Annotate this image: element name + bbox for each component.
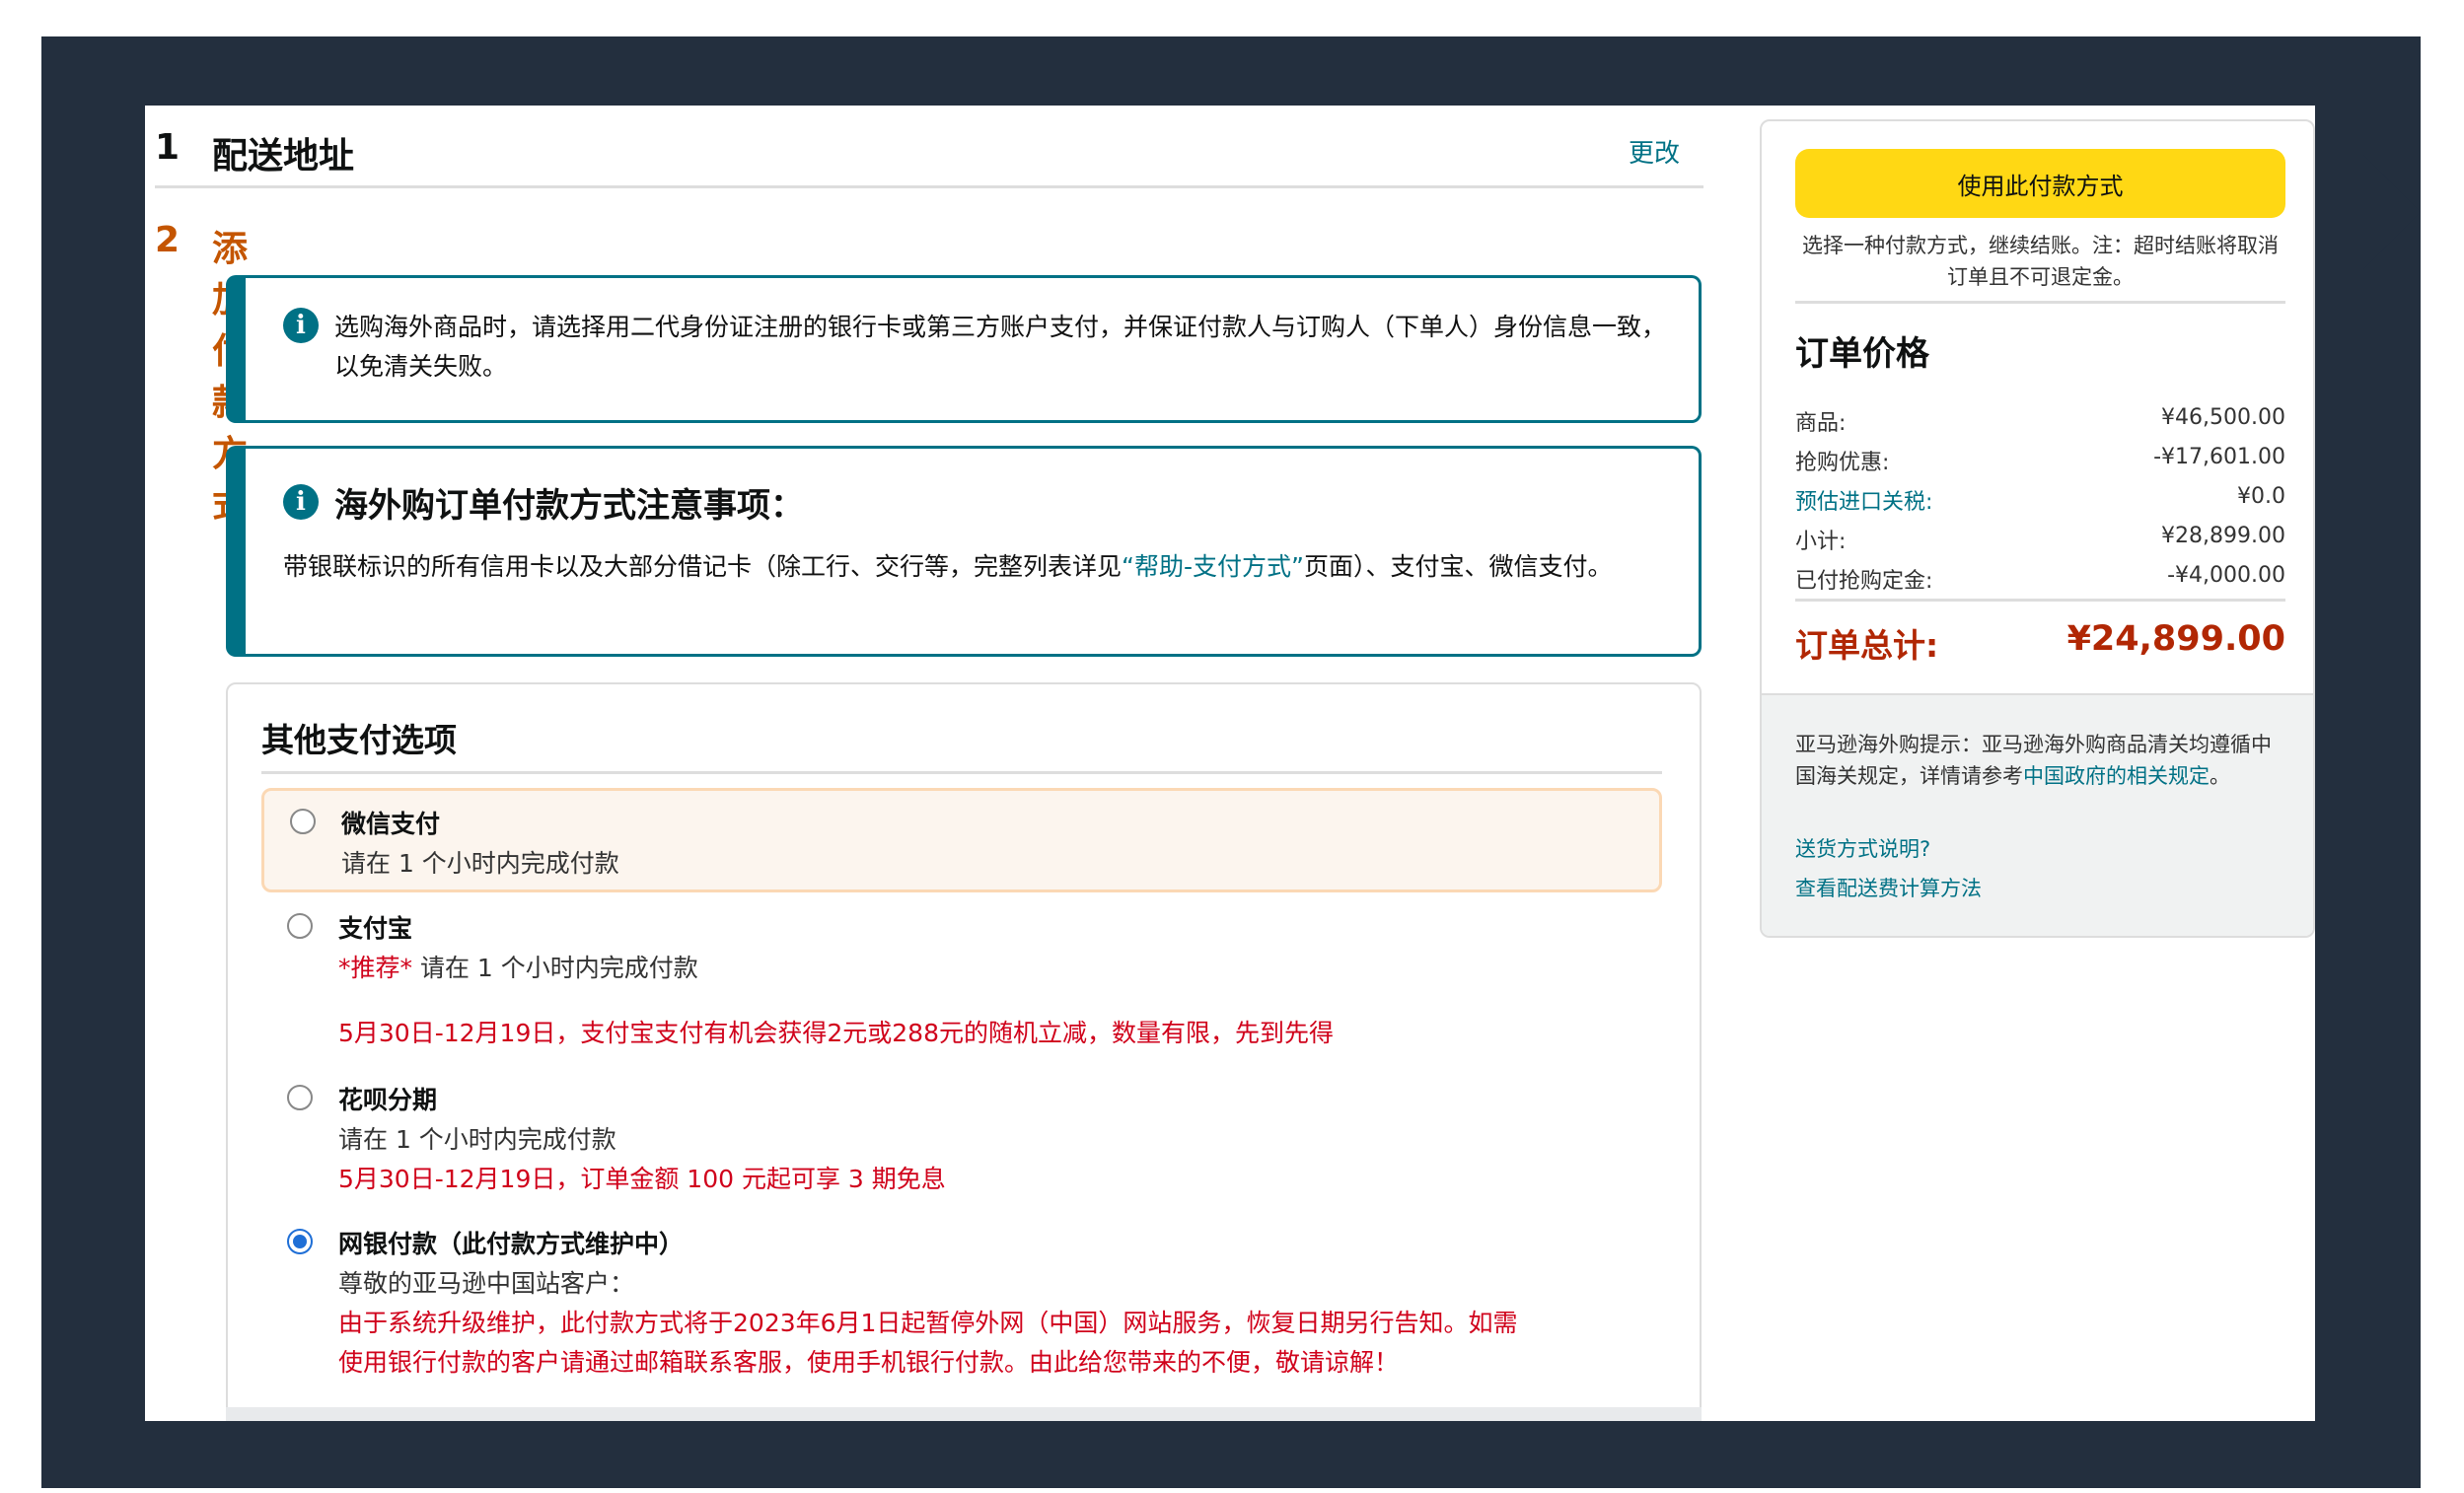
- divider: [1795, 301, 2285, 304]
- section-title: 其他支付选项: [261, 721, 457, 759]
- option-name: 支付宝: [338, 914, 413, 943]
- info-icon: i: [283, 484, 319, 520]
- recommend-badge: *推荐*: [338, 954, 413, 982]
- radio-alipay[interactable]: [287, 913, 313, 939]
- info-alert-payment-notes: i 海外购订单付款方式注意事项： 带银联标识的所有信用卡以及大部分借记卡（除工行…: [226, 446, 1702, 657]
- order-summary-panel: 使用此付款方式 选择一种付款方式，继续结账。注：超时结账将取消订单且不可退定金。…: [1760, 119, 2315, 938]
- option-alipay[interactable]: 支付宝 *推荐* 请在 1 个小时内完成付款 5月30日-12月19日，支付宝支…: [261, 895, 1662, 1047]
- use-payment-method-button[interactable]: 使用此付款方式: [1795, 149, 2285, 218]
- total-value: ¥24,899.00: [2066, 619, 2285, 659]
- option-huabei[interactable]: 花呗分期 请在 1 个小时内完成付款 5月30日-12月19日，订单金额 100…: [261, 1067, 1662, 1193]
- tips-suffix: 。: [2210, 764, 2230, 788]
- option-promo: 5月30日-12月19日，订单金额 100 元起可享 3 期免息: [338, 1165, 946, 1193]
- radio-online-banking[interactable]: [287, 1229, 313, 1254]
- price-value: -¥4,000.00: [2167, 563, 2285, 588]
- change-address-link[interactable]: 更改: [1629, 133, 1680, 170]
- checkout-page: 1 配送地址 更改 2 添加付款方式 i 选购海外商品时，请选择用二代身份证注册…: [145, 106, 2315, 1421]
- price-value: -¥17,601.00: [2153, 445, 2285, 469]
- alert-text: 选购海外商品时，请选择用二代身份证注册的银行卡或第三方账户支付，并保证付款人与订…: [334, 313, 1667, 381]
- arrow-pointer: [2363, 155, 2421, 269]
- option-online-banking[interactable]: 网银付款（此付款方式维护中） 尊敬的亚马逊中国站客户： 由于系统升级维护，此付款…: [261, 1211, 1662, 1388]
- price-value: ¥0.0: [2237, 484, 2285, 509]
- option-desc: 请在 1 个小时内完成付款: [341, 849, 619, 878]
- option-desc-text: 请在 1 个小时内完成付款: [412, 954, 698, 982]
- alert-text: 带银联标识的所有信用卡以及大部分借记卡（除工行、交行等，完整列表详见“帮助-支付…: [283, 547, 1684, 587]
- alert-text-before: 带银联标识的所有信用卡以及大部分借记卡（除工行、交行等，完整列表详见: [283, 552, 1123, 581]
- checkout-steps: 1 配送地址 更改 2 添加付款方式 i 选购海外商品时，请选择用二代身份证注册…: [145, 106, 1703, 1421]
- step-shipping-address: 1 配送地址 更改: [155, 119, 1703, 188]
- price-value: ¥28,899.00: [2161, 524, 2285, 548]
- option-promo: 5月30日-12月19日，支付宝支付有机会获得2元或288元的随机立减，数量有限…: [338, 1019, 1334, 1047]
- shipping-fee-link[interactable]: 查看配送费计算方法: [1795, 873, 1982, 902]
- gov-regulation-link[interactable]: 中国政府的相关规定: [2023, 764, 2210, 788]
- price-label: 抢购优惠:: [1795, 451, 1890, 475]
- option-desc: 请在 1 个小时内完成付款: [338, 1125, 616, 1154]
- maintenance-notice-2: 使用银行付款的客户请通过邮箱联系客服，使用手机银行付款。由此给您带来的不便，敬请…: [338, 1348, 1400, 1377]
- overseas-tips: 亚马逊海外购提示：亚马逊海外购商品清关均遵循中国海关规定，详情请参考中国政府的相…: [1762, 693, 2313, 936]
- step-title: 配送地址: [212, 136, 355, 177]
- option-desc: 尊敬的亚马逊中国站客户：: [338, 1269, 635, 1298]
- price-label: 小计:: [1795, 530, 1847, 554]
- button-note: 选择一种付款方式，继续结账。注：超时结账将取消订单且不可退定金。: [1802, 234, 2279, 289]
- price-value: ¥46,500.00: [2161, 405, 2285, 430]
- option-wechat-pay[interactable]: 微信支付 请在 1 个小时内完成付款: [261, 788, 1662, 892]
- step-number: 1: [155, 127, 181, 168]
- divider: [261, 771, 1662, 774]
- option-desc: *推荐* 请在 1 个小时内完成付款: [338, 949, 698, 984]
- option-name: 网银付款（此付款方式维护中）: [338, 1230, 685, 1258]
- section-bottom-edge: [226, 1407, 1702, 1421]
- price-label: 已付抢购定金:: [1795, 569, 1933, 594]
- import-duty-link[interactable]: 预估进口关税:: [1795, 484, 1932, 516]
- tips-text: 亚马逊海外购提示：亚马逊海外购商品清关均遵循中国海关规定，详情请参考中国政府的相…: [1795, 729, 2288, 792]
- order-price-title: 订单价格: [1795, 334, 1929, 374]
- option-name: 花呗分期: [338, 1086, 438, 1114]
- radio-huabei[interactable]: [287, 1085, 313, 1110]
- other-payment-options: 其他支付选项 微信支付 请在 1 个小时内完成付款 支付宝 *推荐* 请在 1 …: [226, 682, 1702, 1421]
- help-payment-link[interactable]: “帮助-支付方式”: [1122, 552, 1304, 581]
- shipping-method-link[interactable]: 送货方式说明?: [1795, 833, 1930, 863]
- total-label: 订单总计:: [1795, 626, 1939, 665]
- option-name: 微信支付: [341, 810, 441, 838]
- info-alert-identity: i 选购海外商品时，请选择用二代身份证注册的银行卡或第三方账户支付，并保证付款人…: [226, 275, 1702, 423]
- radio-wechat[interactable]: [290, 809, 316, 834]
- alert-heading: 海外购订单付款方式注意事项：: [334, 486, 804, 526]
- maintenance-notice-1: 由于系统升级维护，此付款方式将于2023年6月1日起暂停外网（中国）网站服务，恢…: [338, 1309, 1518, 1337]
- alert-text-after: 页面）、支付宝、微信支付。: [1303, 552, 1613, 581]
- step-number: 2: [155, 220, 181, 260]
- price-label: 商品:: [1795, 411, 1847, 436]
- info-icon: i: [283, 308, 319, 343]
- divider: [1795, 599, 2285, 602]
